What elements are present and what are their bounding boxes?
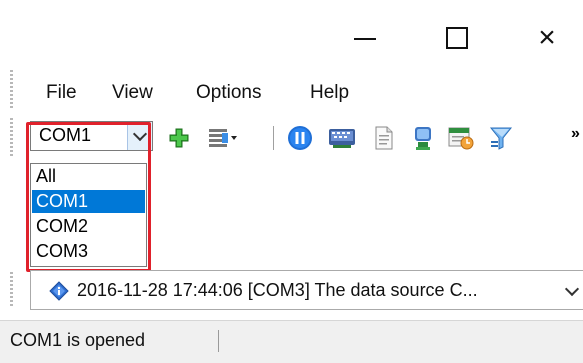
columns-button[interactable] bbox=[207, 126, 241, 150]
serial-device-button[interactable] bbox=[326, 126, 358, 150]
monitor-icon bbox=[415, 127, 431, 150]
title-bar: × bbox=[0, 0, 583, 70]
app-window: × File View Options Help COM1 » All COM1… bbox=[0, 0, 583, 363]
columns-icon bbox=[209, 129, 237, 147]
port-dropdown-list: All COM1 COM2 COM3 bbox=[30, 163, 147, 267]
close-icon: × bbox=[538, 21, 556, 54]
filter-icon bbox=[489, 127, 513, 150]
minimize-button[interactable] bbox=[340, 18, 390, 58]
info-diamond-icon bbox=[49, 281, 69, 301]
close-button[interactable]: × bbox=[522, 18, 572, 58]
port-select-value: COM1 bbox=[39, 125, 92, 145]
document-button[interactable] bbox=[372, 126, 396, 150]
pause-icon bbox=[288, 126, 312, 150]
maximize-icon bbox=[446, 27, 468, 49]
toolbar: COM1 » bbox=[0, 116, 583, 156]
scheduler-button[interactable] bbox=[448, 126, 474, 150]
filter-button[interactable] bbox=[488, 126, 514, 150]
menu-help[interactable]: Help bbox=[310, 80, 349, 106]
port-option-com1[interactable]: COM1 bbox=[32, 190, 145, 213]
menu-view[interactable]: View bbox=[112, 80, 153, 106]
toolbar-overflow-button[interactable]: » bbox=[568, 122, 583, 146]
status-text: COM1 is opened bbox=[10, 330, 146, 350]
document-icon bbox=[375, 126, 393, 150]
monitor-button[interactable] bbox=[410, 126, 436, 150]
toolbar-separator bbox=[273, 126, 274, 150]
chevron-down-icon[interactable] bbox=[564, 281, 580, 297]
log-entry-text: 2016-11-28 17:44:06 [COM3] The data sour… bbox=[77, 280, 478, 300]
log-combobox[interactable]: 2016-11-28 17:44:06 [COM3] The data sour… bbox=[30, 270, 583, 310]
status-bar: COM1 is opened bbox=[0, 320, 583, 363]
port-select-dropdown-button[interactable] bbox=[127, 122, 152, 150]
menu-bar: File View Options Help bbox=[0, 76, 583, 110]
port-select[interactable]: COM1 bbox=[30, 121, 153, 151]
menu-options[interactable]: Options bbox=[196, 80, 261, 106]
menu-file[interactable]: File bbox=[46, 80, 77, 106]
maximize-button[interactable] bbox=[432, 18, 482, 58]
logbar-grip[interactable] bbox=[10, 272, 13, 308]
pause-button[interactable] bbox=[286, 126, 314, 150]
add-icon bbox=[169, 128, 189, 148]
status-separator bbox=[218, 330, 219, 352]
port-option-com2[interactable]: COM2 bbox=[32, 215, 145, 238]
scheduler-icon bbox=[448, 127, 474, 150]
port-option-all[interactable]: All bbox=[32, 165, 145, 188]
minimize-icon bbox=[354, 38, 376, 40]
chevron-down-icon bbox=[132, 126, 148, 141]
add-button[interactable] bbox=[167, 126, 191, 150]
serial-device-icon bbox=[329, 129, 355, 148]
port-option-com3[interactable]: COM3 bbox=[32, 240, 145, 263]
